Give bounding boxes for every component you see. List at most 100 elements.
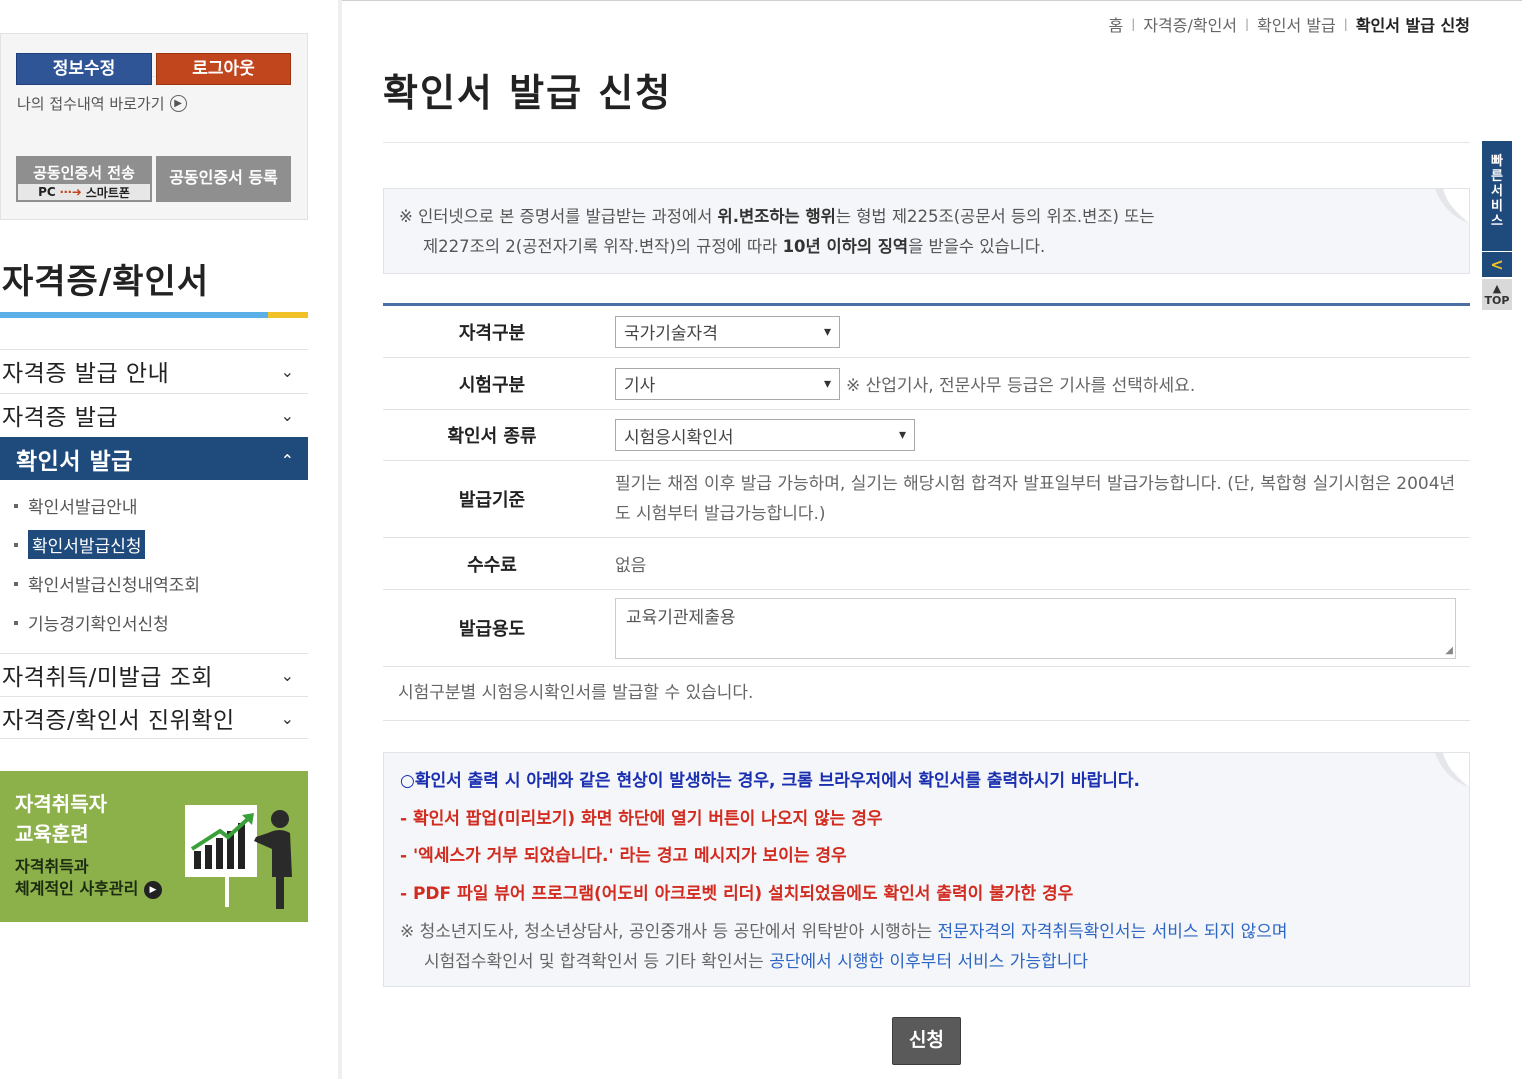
form-row-purpose: 발급용도 교육기관제출용 ◢ [383,590,1470,667]
banner-subtext-line1: 자격취득과 [15,857,89,876]
notice-heading: ○확인서 출력 시 아래와 같은 현상이 발생하는 경우, 크롬 브라우저에서 … [400,771,1141,791]
qualification-selected: 국가기술자격 [624,324,718,344]
footnote-highlight: 공단에서 시행한 이후부터 서비스 가능합니다 [769,952,1089,972]
fee-value: 없음 [615,556,647,576]
sidebar-item-cert-issue[interactable]: 자격증 발급 ⌄ [0,393,308,436]
logout-button[interactable]: 로그아웃 [156,53,291,85]
submenu-label: 확인서발급신청 [28,530,146,559]
form-row-qualification: 자격구분 국가기술자격 ▾ [383,306,1470,358]
edit-info-button[interactable]: 정보수정 [16,53,152,85]
submenu-item-confirm-apply[interactable]: 확인서발급신청 [14,530,146,559]
page-title: 확인서 발급 신청 [383,71,673,115]
purpose-text: 교육기관제출용 [626,607,736,628]
exam-type-note: 시험구분별 시험응시확인서를 발급할 수 있습니다. [383,668,1470,721]
footnote-text: ※ 청소년지도사, 청소년상담사, 공인중개사 등 공단에서 위탁받아 시행하는 [400,922,938,942]
sidebar-item-acquisition-lookup[interactable]: 자격취득/미발급 조회 ⌄ [0,653,308,696]
notice-text: 을 받을수 있습니다. [908,237,1046,256]
sidebar-divider [338,0,342,1079]
exam-hint: ※ 산업기사, 전문사무 등급은 기사를 선택하세요. [846,376,1196,396]
resize-grip-icon[interactable]: ◢ [1445,645,1453,656]
basis-text: 필기는 채점 이후 발급 가능하며, 실기는 해당시험 합격자 발표일부터 발급… [615,474,1456,524]
notice-emphasis: 10년 이하의 징역 [782,237,909,256]
chevron-down-icon: ⌄ [280,406,294,425]
sidebar-item-label: 자격증 발급 [2,405,119,431]
bullet-icon [14,620,18,625]
chevron-down-icon: ▾ [823,323,831,340]
breadcrumb-confirm-issue[interactable]: 확인서 발급 [1257,12,1336,36]
form-row-fee: 수수료 없음 [383,538,1470,590]
cert-send-button[interactable]: 공동인증서 전송 PC ⋯➜ 스마트폰 [16,156,152,202]
sidebar-item-authenticity[interactable]: 자격증/확인서 진위확인 ⌄ [0,696,308,739]
exam-label: 시험구분 [458,374,526,396]
submenu-item-confirm-history[interactable]: 확인서발급신청내역조회 [14,571,200,596]
exam-select[interactable]: 기사 ▾ [615,367,840,400]
title-divider [383,142,1470,143]
sidebar-item-label: 자격증/확인서 진위확인 [2,707,235,734]
chevron-right-circle-icon: ▶ [169,95,187,112]
chevron-down-icon: ▾ [823,375,831,392]
notice-text: 는 형법 제225조(공문서 등의 위조.변조) 또는 [835,207,1155,226]
notice-item: - '엑세스가 거부 되었습니다.' 라는 경고 메시지가 보이는 경우 [400,846,847,866]
scroll-top-button[interactable]: ▲ TOP [1482,279,1512,310]
notice-line1: ※ 인터넷으로 본 증명서를 발급받는 과정에서 위.변조하는 행위는 형법 제… [399,202,1454,232]
banner-heading-line2: 교육훈련 [15,822,89,846]
submenu-label: 기능경기확인서신청 [28,615,169,635]
purpose-label: 발급용도 [458,619,526,640]
submenu-item-confirm-guide[interactable]: 확인서발급안내 [14,493,137,518]
banner-subtext-line2: 체계적인 사후관리 [15,879,139,898]
arrow-right-icon: ⋯➜ [59,185,82,199]
sidebar-item-label: 자격취득/미발급 조회 [2,665,214,691]
purpose-textarea[interactable]: 교육기관제출용 ◢ [615,597,1456,659]
breadcrumb-separator: | [1245,17,1250,31]
sidebar-item-cert-guide[interactable]: 자격증 발급 안내 ⌄ [0,349,308,392]
type-cell: 시험응시확인서 ▾ [601,419,1470,451]
banner-heading-line1: 자격취득자 [15,792,107,816]
chevron-down-icon: ⌄ [280,666,294,685]
application-form: 자격구분 국가기술자격 ▾ 시험구분 기사 ▾ ※ 산업기사, 전문사무 등급은… [383,303,1470,667]
footnote-highlight: 전문자격의 자격취득확인서는 서비스 되지 않으며 [937,922,1288,942]
breadcrumb-separator: | [1131,17,1136,31]
form-row-basis: 발급기준 필기는 채점 이후 발급 가능하며, 실기는 해당시험 합격자 발표일… [383,461,1470,538]
footnote-text: 시험접수확인서 및 합격확인서 등 기타 확인서는 [424,952,770,972]
banner-heading: 자격취득자 교육훈련 [15,789,107,849]
bullet-icon [14,542,18,547]
type-label: 확인서 종류 [447,426,537,447]
chevron-up-icon: ⌃ [280,451,294,470]
sidebar: 정보수정 로그아웃 나의 접수내역 바로가기 ▶ 공동인증서 전송 PC ⋯➜ … [0,0,310,1079]
submenu-label: 확인서발급안내 [28,498,138,518]
page-fold-icon [1435,753,1469,787]
breadcrumb: 홈 | 자격증/확인서 | 확인서 발급 | 확인서 발급 신청 [1109,12,1470,36]
notice-line2: 제227조의 2(공전자기록 위작.변작)의 규정에 따라 10년 이하의 징역… [399,232,1454,262]
chevron-down-icon: ▾ [898,427,906,443]
breadcrumb-separator: | [1343,17,1348,31]
purpose-cell: 교육기관제출용 ◢ [601,597,1470,659]
qualification-label: 자격구분 [458,322,526,344]
submenu-item-skills-contest[interactable]: 기능경기확인서신청 [14,610,169,635]
smartphone-label: 스마트폰 [85,185,130,200]
sidebar-item-confirm-issue[interactable]: 확인서 발급 ⌃ [0,437,308,480]
sidebar-title: 자격증/확인서 [2,262,210,302]
print-issue-notice: ○확인서 출력 시 아래와 같은 현상이 발생하는 경우, 크롬 브라우저에서 … [383,752,1470,987]
education-training-banner[interactable]: 자격취득자 교육훈련 자격취득과 체계적인 사후관리 ▶ [0,771,308,922]
my-receipts-link[interactable]: 나의 접수내역 바로가기 ▶ [17,93,187,114]
qualification-select[interactable]: 국가기술자격 ▾ [615,315,840,348]
top-label: TOP [1484,294,1510,307]
forgery-warning-notice: ※ 인터넷으로 본 증명서를 발급받는 과정에서 위.변조하는 행위는 형법 제… [383,188,1470,274]
form-row-type: 확인서 종류 시험응시확인서 ▾ [383,410,1470,461]
type-select[interactable]: 시험응시확인서 ▾ [615,419,915,451]
presentation-chart-icon [185,805,292,909]
notice-text: 제227조의 2(공전자기록 위작.변작)의 규정에 따라 [423,237,783,256]
breadcrumb-home[interactable]: 홈 [1109,12,1124,36]
notice-text: ※ 인터넷으로 본 증명서를 발급받는 과정에서 [399,207,718,226]
sidebar-item-label: 확인서 발급 [16,448,133,475]
quick-service-button[interactable]: 빠른서비스 [1482,141,1512,251]
cert-register-button[interactable]: 공동인증서 등록 [156,156,291,202]
my-receipts-label: 나의 접수내역 바로가기 [17,95,165,113]
notice-item: - 확인서 팝업(미리보기) 화면 하단에 열기 버튼이 나오지 않는 경우 [400,808,883,829]
form-row-exam: 시험구분 기사 ▾ ※ 산업기사, 전문사무 등급은 기사를 선택하세요. [383,358,1470,410]
basis-label: 발급기준 [458,490,526,511]
chevron-left-icon[interactable]: < [1482,252,1512,277]
breadcrumb-cert[interactable]: 자격증/확인서 [1143,12,1237,36]
apply-button[interactable]: 신청 [892,1017,961,1065]
play-icon: ▶ [143,880,162,899]
